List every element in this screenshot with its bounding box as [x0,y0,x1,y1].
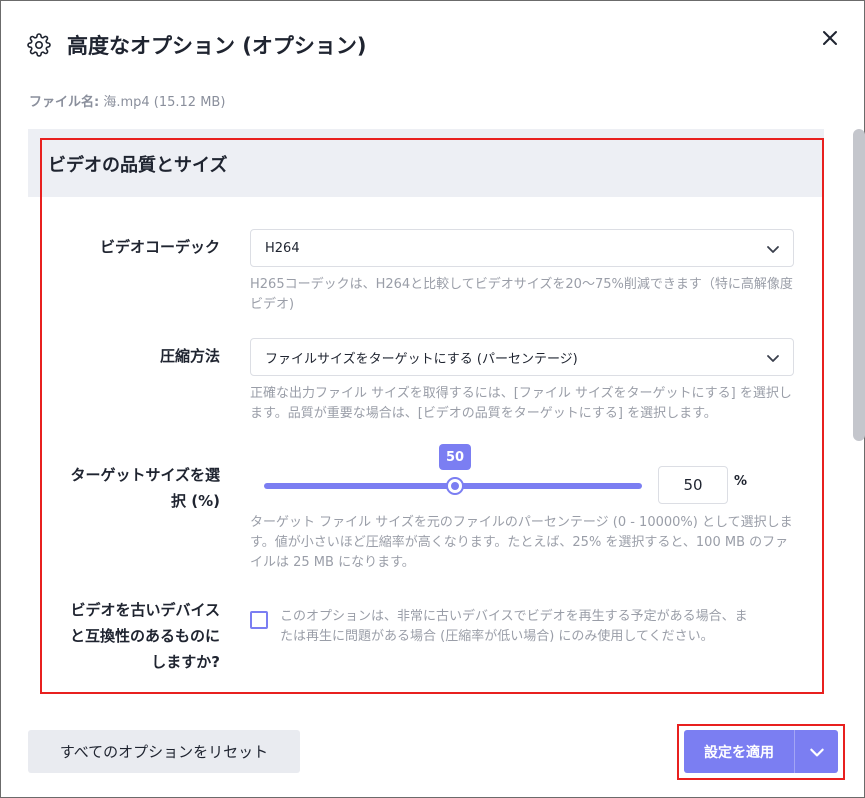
scrollbar-thumb[interactable] [853,129,865,441]
apply-settings-split-button: 設定を適用 [684,730,838,773]
file-name-line: ファイル名: 海.mp4 (15.12 MB) [29,91,225,110]
target-size-hint: ターゲット ファイル サイズを元のファイルのパーセンテージ (0 - 10000… [250,515,793,570]
target-size-label: ターゲットサイズを選 択 (%) [70,462,220,514]
close-icon [823,31,837,45]
target-size-input[interactable] [658,466,728,504]
section-title: ビデオの品質とサイズ [48,155,228,176]
compression-select-value: ファイルサイズをターゲットにする (パーセンテージ) [265,351,578,367]
advanced-options-dialog: 高度なオプション (オプション) ファイル名: 海.mp4 (15.12 MB)… [0,0,865,798]
dialog-header: 高度なオプション (オプション) [27,29,367,61]
compression-select[interactable]: ファイルサイズをターゲットにする (パーセンテージ) [250,338,794,376]
reset-all-button[interactable]: すべてのオプションをリセット [28,730,300,773]
compression-label: 圧縮方法 [159,347,220,365]
codec-select[interactable]: H264 [250,229,794,267]
gear-icon [27,33,51,57]
apply-settings-button[interactable]: 設定を適用 [684,730,794,773]
target-size-label-line1: ターゲットサイズを選 [70,466,220,484]
section-header: ビデオの品質とサイズ [28,129,824,197]
options-scroll-area: ビデオの品質とサイズ ビデオコーデック H264 H265コーデックは、H264… [28,129,824,694]
codec-label: ビデオコーデック [99,238,220,256]
dialog-title: 高度なオプション (オプション) [67,34,367,58]
compat-label-line2: と互換性のあるものに [69,627,220,645]
chevron-down-icon [767,355,779,362]
compat-label: ビデオを古いデバイス と互換性のあるものに しますか? [70,597,220,675]
compat-label-line3: しますか? [151,653,220,671]
compat-label-line1: ビデオを古いデバイス [70,601,220,619]
codec-select-value: H264 [265,240,300,256]
chevron-down-icon [767,246,779,253]
file-name-value: 海.mp4 (15.12 MB) [99,95,226,110]
compression-hint: 正確な出力ファイル サイズを取得するには、[ファイル サイズをターゲットにする]… [250,386,792,421]
chevron-down-icon [809,748,824,756]
slider-thumb[interactable] [446,477,464,495]
section-body: ビデオコーデック H264 H265コーデックは、H264と比較してビデオサイズ… [28,197,824,694]
apply-options-dropdown[interactable] [795,730,838,773]
target-size-label-line2: 択 (%) [171,492,220,510]
close-button[interactable] [817,25,843,51]
compat-hint: このオプションは、非常に古いデバイスでビデオを再生する予定がある場合、または再生… [280,609,748,644]
percent-unit: % [734,474,748,489]
slider-value-bubble: 50 [439,444,471,470]
file-name-label: ファイル名: [29,95,100,110]
codec-hint: H265コーデックは、H264と比較してビデオサイズを20〜75%削減できます（… [250,277,793,312]
compat-checkbox[interactable] [250,611,268,629]
